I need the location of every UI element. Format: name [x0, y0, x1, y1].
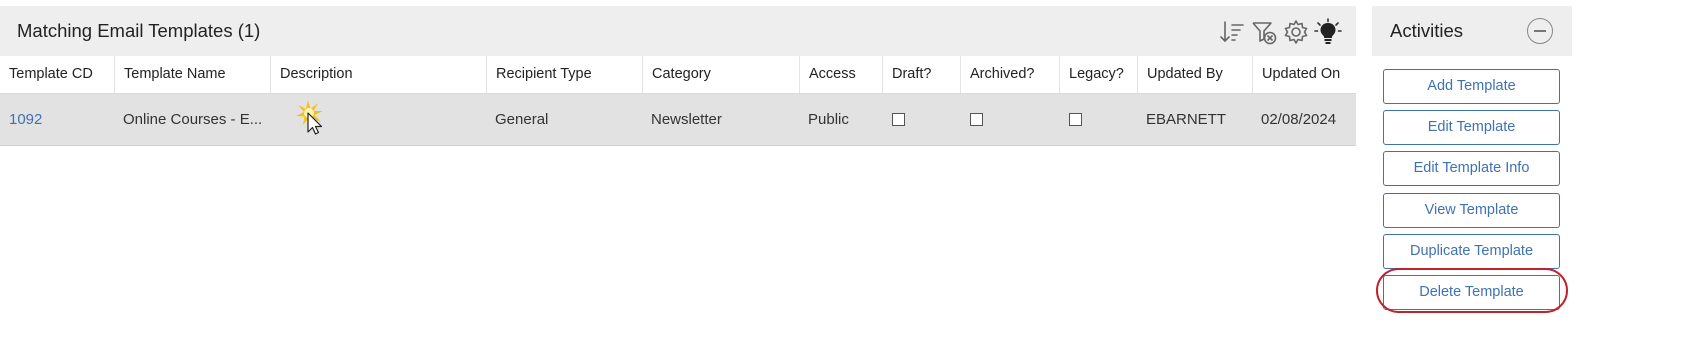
- edit-template-info-button[interactable]: Edit Template Info: [1383, 151, 1560, 186]
- mouse-cursor-icon: [296, 100, 323, 135]
- delete-template-button[interactable]: Delete Template: [1383, 275, 1560, 310]
- panel-separator: [1356, 0, 1372, 348]
- activities-panel: Activities Add Template Edit Template Ed…: [1372, 6, 1572, 348]
- column-header-access[interactable]: Access: [799, 56, 882, 93]
- activities-title: Activities: [1390, 20, 1463, 41]
- grid-header: Template CD Template Name Description Re…: [0, 56, 1356, 94]
- column-header-template-name[interactable]: Template Name: [114, 56, 270, 93]
- recipient-type-cell: General: [495, 111, 549, 128]
- column-header-legacy[interactable]: Legacy?: [1059, 56, 1137, 93]
- email-templates-panel: Matching Email Templates (1) Template CD…: [0, 6, 1356, 348]
- column-header-archived[interactable]: Archived?: [960, 56, 1059, 93]
- column-header-description[interactable]: Description: [270, 56, 486, 93]
- access-cell: Public: [808, 111, 849, 128]
- column-header-template-cd[interactable]: Template CD: [0, 56, 115, 93]
- settings-gear-icon[interactable]: [1282, 18, 1310, 46]
- collapse-minus-icon[interactable]: [1527, 18, 1553, 44]
- template-cd-link[interactable]: 1092: [0, 94, 115, 145]
- column-header-category[interactable]: Category: [642, 56, 799, 93]
- duplicate-template-button[interactable]: Duplicate Template: [1383, 234, 1560, 269]
- legacy-checkbox[interactable]: [1069, 113, 1082, 126]
- panel-title: Matching Email Templates (1): [17, 20, 261, 41]
- updated-on-cell: 02/08/2024: [1261, 111, 1337, 128]
- category-cell: Newsletter: [651, 111, 722, 128]
- updated-by-cell: EBARNETT: [1146, 111, 1227, 128]
- column-header-updated-by[interactable]: Updated By: [1137, 56, 1252, 93]
- lightbulb-icon[interactable]: [1314, 18, 1342, 46]
- column-header-draft[interactable]: Draft?: [882, 56, 960, 93]
- filter-clear-icon[interactable]: [1250, 18, 1278, 46]
- add-template-button[interactable]: Add Template: [1383, 69, 1560, 104]
- column-header-recipient-type[interactable]: Recipient Type: [486, 56, 642, 93]
- view-template-button[interactable]: View Template: [1383, 193, 1560, 228]
- template-name-cell: Online Courses - E...: [123, 111, 263, 128]
- archived-checkbox[interactable]: [970, 113, 983, 126]
- edit-template-button[interactable]: Edit Template: [1383, 110, 1560, 145]
- column-header-updated-on[interactable]: Updated On: [1252, 56, 1356, 93]
- draft-checkbox[interactable]: [892, 113, 905, 126]
- table-row[interactable]: 1092 Online Courses - E... General Newsl…: [0, 94, 1356, 146]
- sort-icon[interactable]: [1218, 18, 1246, 46]
- panel-header: Matching Email Templates (1): [0, 6, 1356, 56]
- activities-header: Activities: [1372, 6, 1572, 56]
